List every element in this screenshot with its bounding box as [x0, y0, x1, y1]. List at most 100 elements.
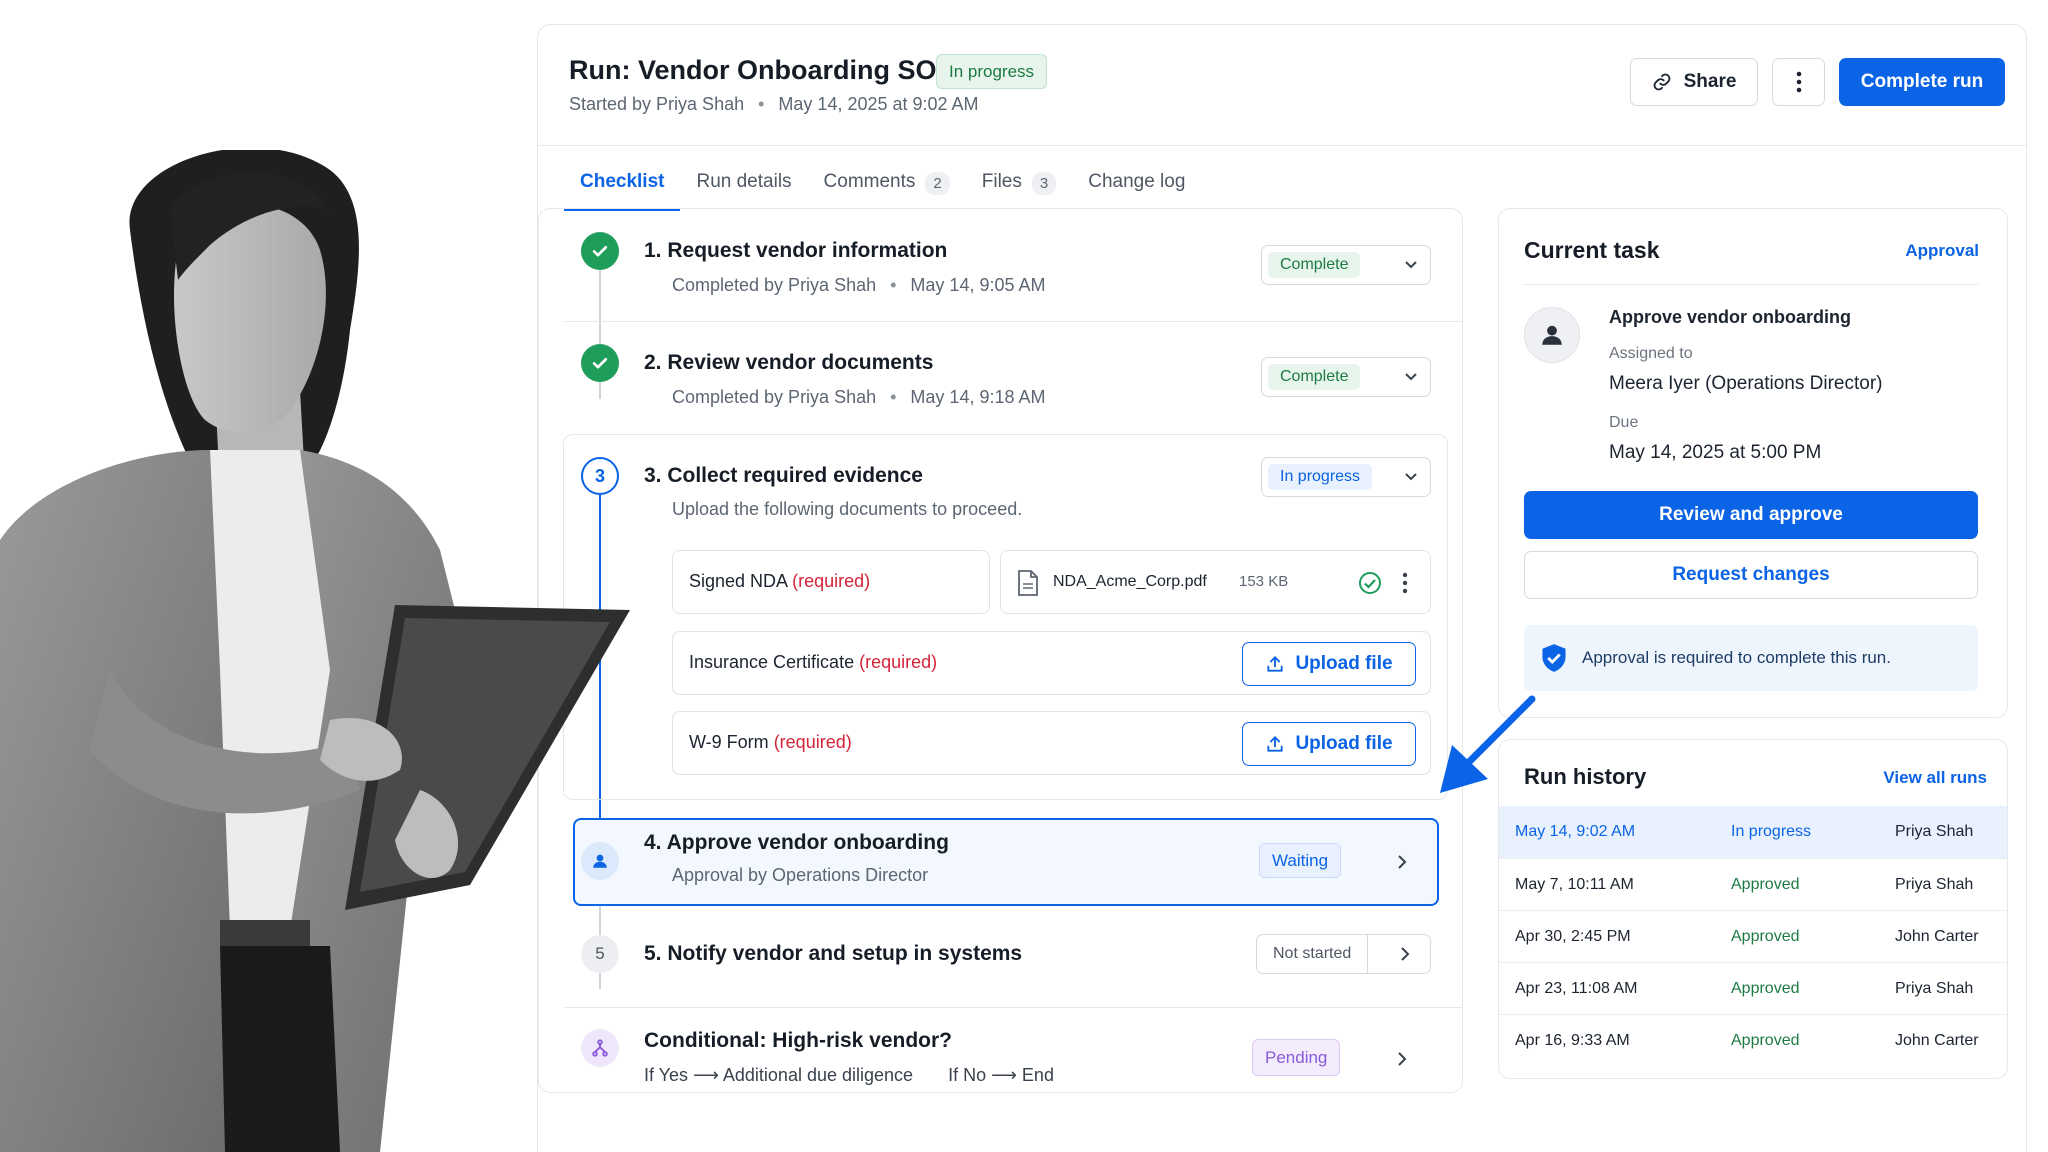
upload-file-button[interactable]: Upload file [1242, 722, 1416, 766]
step-status-select[interactable]: Complete [1261, 357, 1431, 397]
panel-title: Run history [1524, 764, 1647, 789]
document-label: Insurance Certificate (required) [689, 652, 938, 672]
step-title: 3. Collect required evidence [644, 464, 923, 487]
avatar [1524, 307, 1580, 363]
status-badge: Waiting [1259, 843, 1342, 878]
annotation-arrow-icon [1440, 695, 1536, 793]
step-status-select[interactable]: Not started [1256, 934, 1431, 974]
run-status-badge: In progress [936, 54, 1048, 89]
step-title: 4. Approve vendor onboarding [644, 831, 949, 854]
upload-file-button[interactable]: Upload file [1242, 642, 1416, 686]
review-approve-button[interactable]: Review and approve [1524, 491, 1978, 539]
user-icon [1542, 325, 1562, 345]
chevron-right-icon[interactable] [1397, 1051, 1407, 1067]
file-name: NDA_Acme_Corp.pdf [1053, 573, 1207, 590]
notice-text: Approval is required to complete this ru… [1582, 648, 1891, 667]
step-title: 2. Review vendor documents [644, 351, 934, 374]
table-row[interactable]: Apr 30, 2:45 PM Approved John Carter [1499, 910, 2007, 962]
status-badge: Pending [1252, 1039, 1341, 1076]
step-subtitle: Completed by Priya Shah • May 14, 9:18 AM [672, 387, 1046, 407]
tab-bar: Checklist Run details Comments 2 Files 3 C… [564, 165, 1201, 211]
tab-label: Comments [823, 171, 916, 192]
tab-run-details[interactable]: Run details [680, 165, 807, 209]
file-size: 153 KB [1239, 573, 1289, 590]
shield-check-icon [1542, 644, 1566, 672]
divider [1524, 284, 1979, 285]
chevron-down-icon [1405, 261, 1417, 269]
person-with-tablet-image [0, 150, 630, 1152]
run-window: Run: Vendor Onboarding SOP In progress S… [537, 24, 2027, 1152]
upload-label: Upload file [1295, 733, 1393, 754]
document-row-nda: Signed NDA (required) [672, 550, 990, 614]
assigned-label: Assigned to [1609, 345, 1693, 362]
header-divider [538, 145, 2026, 146]
step-subtitle: Completed by Priya Shah • May 14, 9:05 AM [672, 275, 1046, 295]
tab-change-log[interactable]: Change log [1072, 165, 1201, 209]
uploaded-file[interactable]: NDA_Acme_Corp.pdf 153 KB [1000, 550, 1431, 614]
assignee: Meera Iyer (Operations Director) [1609, 373, 1883, 394]
current-task-panel: Current task Approval Approve vendor onb… [1498, 208, 2008, 718]
started-at: May 14, 2025 at 9:02 AM [778, 94, 979, 114]
chevron-right-icon [1401, 947, 1410, 961]
task-name: Approve vendor onboarding [1609, 307, 1852, 327]
approval-link[interactable]: Approval [1905, 241, 1979, 261]
status-label: Complete [1268, 364, 1361, 390]
request-changes-button[interactable]: Request changes [1524, 551, 1978, 599]
status-label: Not started [1273, 945, 1352, 962]
upload-icon [1267, 736, 1284, 752]
run-history-panel: Run history View all runs May 14, 9:02 A… [1498, 739, 2008, 1079]
tab-label: Files [981, 171, 1022, 192]
table-row[interactable]: Apr 23, 11:08 AM Approved Priya Shah [1499, 962, 2007, 1014]
upload-label: Upload file [1295, 653, 1393, 674]
tab-comments[interactable]: Comments 2 [808, 165, 966, 209]
more-options-button[interactable] [1772, 58, 1825, 106]
view-all-runs-link[interactable]: View all runs [1883, 768, 1987, 788]
document-row-insurance: Insurance Certificate (required) Upload … [672, 631, 1431, 695]
step-title: Conditional: High-risk vendor? [644, 1029, 952, 1052]
step-subtitle: Approval by Operations Director [672, 865, 929, 885]
step-status-select[interactable]: In progress [1261, 457, 1431, 497]
panel-title: Current task [1524, 237, 1660, 263]
document-row-w9: W-9 Form (required) Upload file [672, 711, 1431, 775]
arrow-right-icon: ⟶ [991, 1065, 1017, 1085]
divider [564, 1007, 1462, 1008]
chevron-down-icon [1405, 473, 1417, 481]
step-title: 1. Request vendor information [644, 239, 948, 262]
run-meta: Started by Priya Shah • May 14, 2025 at 9:… [569, 94, 979, 115]
step-subtitle: Upload the following documents to procee… [672, 499, 1023, 519]
more-vertical-icon[interactable] [1402, 572, 1408, 594]
share-label: Share [1683, 71, 1737, 92]
comments-count: 2 [925, 172, 950, 195]
share-button[interactable]: Share [1630, 58, 1758, 106]
chevron-down-icon [1405, 373, 1417, 381]
link-icon [1653, 73, 1670, 91]
separator-dot: • [758, 94, 765, 114]
upload-icon [1267, 656, 1284, 672]
step-status-select[interactable]: Complete [1261, 245, 1431, 285]
started-by: Started by Priya Shah [569, 94, 745, 114]
chevron-right-icon[interactable] [1397, 854, 1407, 870]
approval-notice: Approval is required to complete this ru… [1524, 625, 1978, 691]
due-date: May 14, 2025 at 5:00 PM [1609, 442, 1822, 463]
tab-files[interactable]: Files 3 [966, 165, 1072, 209]
arrow-right-icon: ⟶ [693, 1065, 719, 1085]
tab-label: Change log [1088, 171, 1186, 192]
document-label: W-9 Form (required) [689, 732, 852, 752]
status-label: Complete [1268, 252, 1361, 278]
table-row[interactable]: May 7, 10:11 AM Approved Priya Shah [1499, 858, 2007, 910]
table-row[interactable]: May 14, 9:02 AM In progress Priya Shah [1499, 806, 2007, 858]
file-icon [1018, 570, 1038, 596]
more-vertical-icon [1796, 71, 1801, 93]
status-label: In progress [1268, 464, 1373, 490]
page-title: Run: Vendor Onboarding SOP [569, 55, 955, 85]
step-title: 5. Notify vendor and setup in systems [644, 942, 1023, 965]
document-label: Signed NDA (required) [689, 571, 871, 591]
divider [564, 321, 1462, 322]
check-circle-icon [1359, 572, 1381, 594]
complete-run-button[interactable]: Complete run [1839, 58, 2005, 106]
table-row[interactable]: Apr 16, 9:33 AM Approved John Carter [1499, 1014, 2007, 1066]
branch-rules: If Yes ⟶ Additional due diligence If No … [644, 1065, 1054, 1085]
divider [1367, 935, 1368, 973]
checklist-panel: 1. Request vendor information Completed … [538, 208, 1463, 1093]
tab-label: Run details [696, 171, 792, 192]
